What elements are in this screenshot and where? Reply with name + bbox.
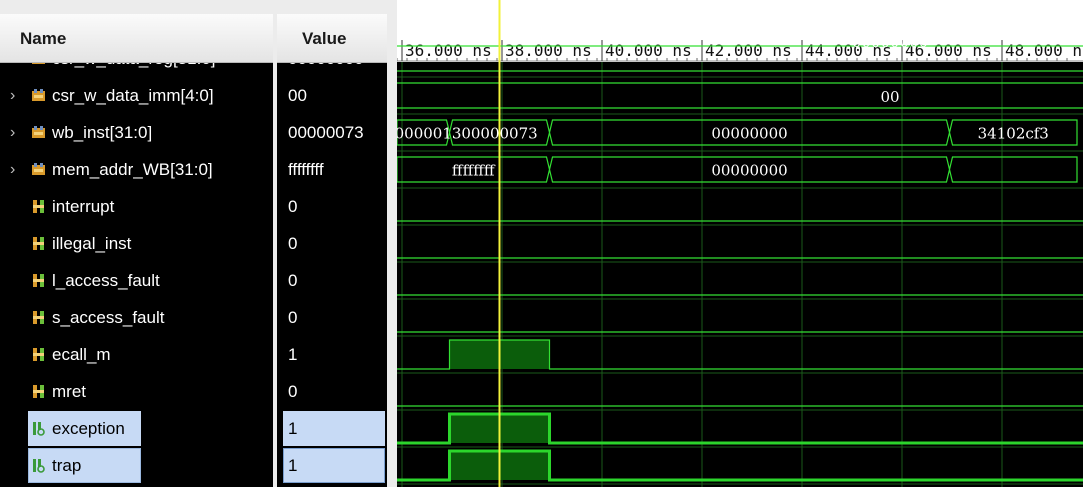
signal-value: 1	[288, 456, 298, 475]
signal-row-trap[interactable]: trap	[0, 447, 273, 484]
signal-value: 1	[288, 419, 298, 438]
waveform-canvas[interactable]: 36.000 ns 38.000 ns 40.000 ns 42.000 ns 44.0…	[397, 0, 1083, 487]
signal-value: 0	[288, 308, 298, 327]
chevron-right-icon[interactable]: ›	[10, 77, 15, 114]
signal-row-exception[interactable]: exception	[0, 410, 273, 447]
signal-value: 0	[288, 234, 298, 253]
signal-row-csr-w-data-imm[interactable]: › csr_w_data_imm[4:0]	[0, 77, 273, 114]
signal-value: 0	[288, 382, 298, 401]
name-header-label: Name	[20, 29, 67, 48]
signal-row-s-access-fault[interactable]: s_access_fault	[0, 299, 273, 336]
signal-row-mret[interactable]: mret	[0, 373, 273, 410]
tick-label: 38.000 ns	[505, 41, 592, 60]
value-row-l-access-fault[interactable]: 0	[277, 262, 387, 299]
chevron-right-icon[interactable]: ›	[10, 114, 15, 151]
value-row-s-access-fault[interactable]: 0	[277, 299, 387, 336]
value-column-header[interactable]: Value	[277, 14, 387, 63]
tick-label: 36.000 ns	[405, 41, 492, 60]
signal-row-interrupt[interactable]: interrupt	[0, 188, 273, 225]
tick-label: 42.000 ns	[705, 41, 792, 60]
value-row-exception[interactable]: 1	[277, 410, 387, 447]
signal-name: mem_addr_WB[31:0]	[52, 160, 213, 179]
mem_addr_WB-segment	[948, 156, 1078, 183]
signal-value: ffffffff	[288, 160, 324, 179]
signal-name: ecall_m	[52, 345, 111, 364]
tick-label: 40.000 ns	[605, 41, 692, 60]
signal-name: illegal_inst	[52, 234, 132, 253]
signal-name: s_access_fault	[52, 308, 165, 327]
signal-row-wb-inst[interactable]: › wb_inst[31:0]	[0, 114, 273, 151]
value-row-ecall-m[interactable]: 1	[277, 336, 387, 373]
selection-highlight	[283, 448, 385, 483]
name-column-header[interactable]: Name	[0, 14, 273, 63]
signal-name: wb_inst[31:0]	[52, 123, 153, 142]
signal-name: trap	[52, 456, 82, 475]
value-row-wb-inst[interactable]: 00000073	[277, 114, 387, 151]
chevron-right-icon[interactable]: ›	[10, 151, 15, 188]
value-column: 000000000000000073ffffffff00001011 Value	[277, 0, 387, 487]
value-row-csr-w-data-imm[interactable]: 00	[277, 77, 387, 114]
name-column: ›csr_w_data_reg[31:0]›csr_w_data_imm[4:0…	[0, 0, 273, 487]
signal-value: 00	[288, 86, 307, 105]
signal-name: l_access_fault	[52, 271, 160, 290]
signal-value: 1	[288, 345, 298, 364]
signal-value: 0	[288, 271, 298, 290]
signal-row-ecall-m[interactable]: ecall_m	[0, 336, 273, 373]
signal-name: mret	[52, 382, 86, 401]
signal-row-illegal-inst[interactable]: illegal_inst	[0, 225, 273, 262]
value-row-mem-addr-wb[interactable]: ffffffff	[277, 151, 387, 188]
value-row-illegal-inst[interactable]: 0	[277, 225, 387, 262]
waveform-pane[interactable]: 36.000 ns 38.000 ns 40.000 ns 42.000 ns 44.0…	[397, 0, 1083, 487]
signal-name: csr_w_data_imm[4:0]	[52, 86, 214, 105]
csr-w-data-imm-value-label: 00	[880, 88, 899, 106]
csr-w-data-reg-value-label: 00000000	[852, 33, 928, 51]
wb_inst-value-label: 34102cf3	[978, 125, 1049, 143]
signal-row-l-access-fault[interactable]: l_access_fault	[0, 262, 273, 299]
signal-row-mem-addr-wb[interactable]: › mem_addr_WB[31:0]	[0, 151, 273, 188]
value-row-mret[interactable]: 0	[277, 373, 387, 410]
value-row-trap[interactable]: 1	[277, 447, 387, 484]
value-header-label: Value	[302, 29, 347, 48]
tick-label: 48.000 ns	[1005, 41, 1083, 60]
value-row-interrupt[interactable]: 0	[277, 188, 387, 225]
signal-value: 0	[288, 197, 298, 216]
mem_addr_WB-value-label: ffffffff	[452, 162, 496, 180]
wb_inst-value-label: 00000000	[711, 125, 787, 143]
selection-highlight	[283, 411, 385, 446]
pane-splitter[interactable]	[387, 0, 397, 487]
signal-value: 00000073	[288, 123, 364, 142]
signal-name: interrupt	[52, 197, 115, 216]
mem_addr_WB-value-label: 00000000	[711, 162, 787, 180]
signal-name: exception	[52, 419, 125, 438]
